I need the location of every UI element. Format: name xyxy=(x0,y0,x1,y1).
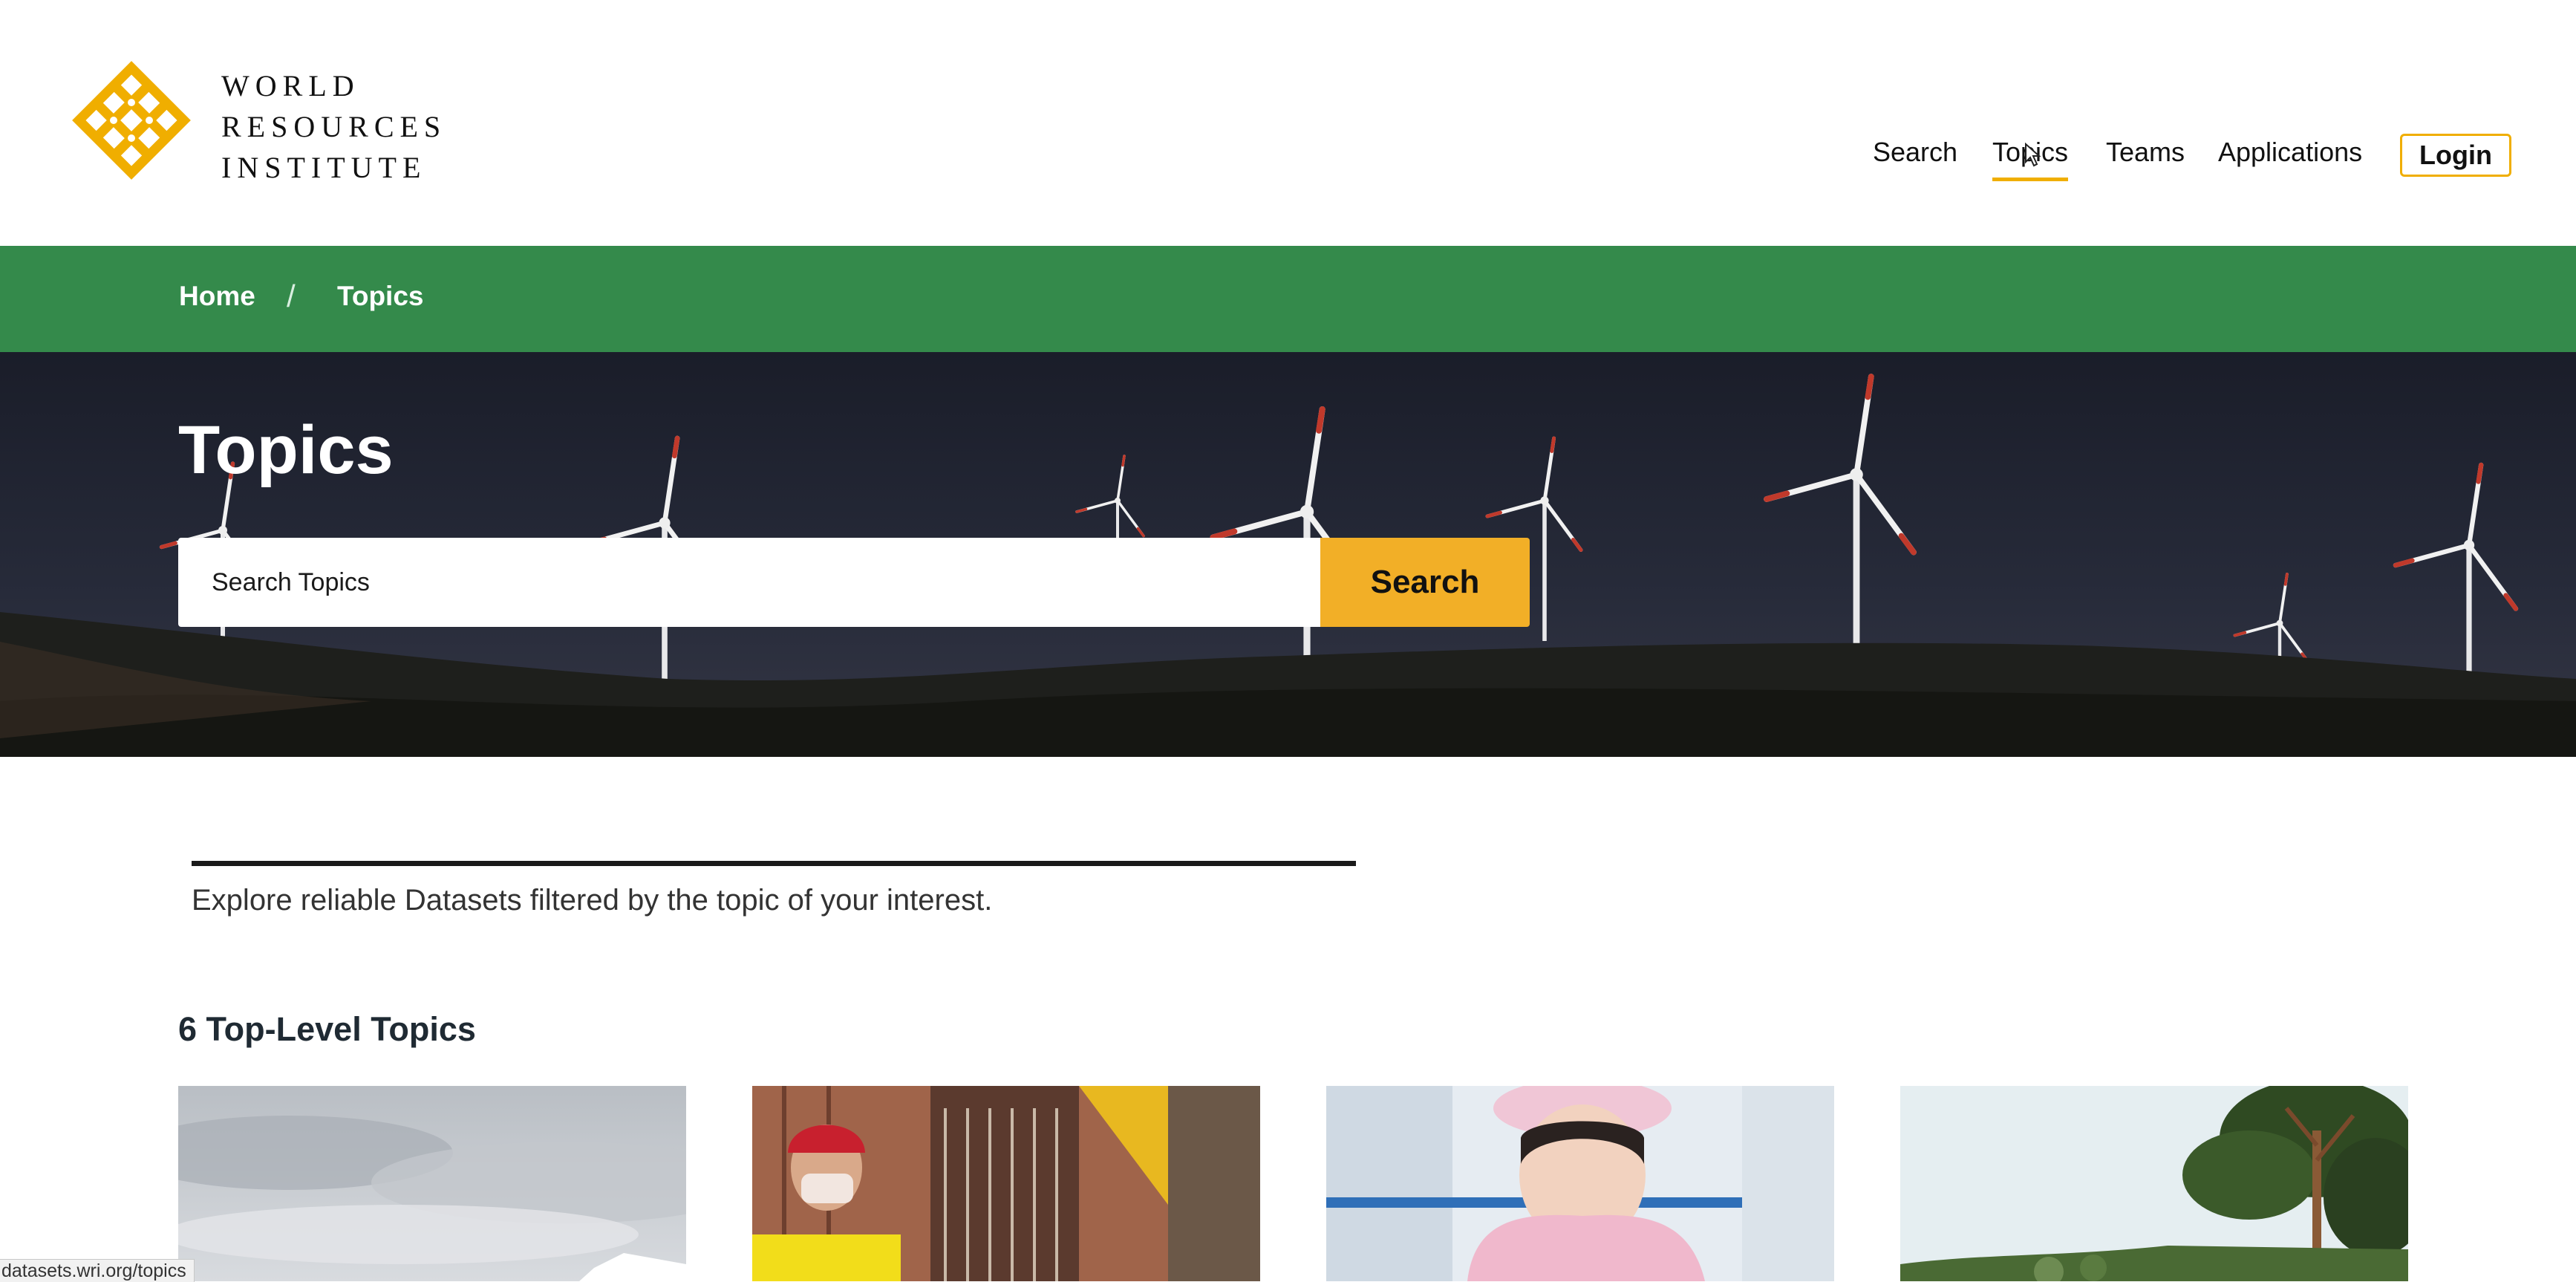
breadcrumb: Home / Topics xyxy=(0,246,2576,352)
site-header: WORLD RESOURCES INSTITUTE Search Topics … xyxy=(0,0,2576,246)
page-title: Topics xyxy=(178,412,394,488)
factory-worker-image xyxy=(1326,1086,1834,1281)
forest-trees-image xyxy=(1900,1086,2408,1281)
topic-search-form: Search xyxy=(178,538,1530,627)
topic-card-2[interactable] xyxy=(752,1086,1260,1281)
nav-applications[interactable]: Applications xyxy=(2218,137,2362,168)
nav-teams[interactable]: Teams xyxy=(2106,137,2185,168)
mouse-pointer-icon xyxy=(2025,143,2041,167)
cyclist-in-mask-image xyxy=(752,1086,1260,1281)
cloudy-sky-image xyxy=(178,1086,686,1281)
breadcrumb-home[interactable]: Home xyxy=(179,281,255,312)
intro-divider xyxy=(192,861,1356,866)
topic-card-1[interactable] xyxy=(178,1086,686,1281)
breadcrumb-separator: / xyxy=(287,279,296,313)
login-button[interactable]: Login xyxy=(2400,134,2511,177)
logo-line-1: WORLD xyxy=(221,69,360,103)
topics-count-heading: 6 Top-Level Topics xyxy=(178,1010,476,1048)
breadcrumb-current: Topics xyxy=(337,281,424,311)
nav-search[interactable]: Search xyxy=(1873,137,1957,168)
intro-description: Explore reliable Datasets filtered by th… xyxy=(192,884,993,917)
topic-card-4[interactable] xyxy=(1900,1086,2408,1281)
hero-banner: Topics Search xyxy=(0,352,2576,757)
status-bar-url: datasets.wri.org/topics xyxy=(0,1259,195,1282)
topic-search-input[interactable] xyxy=(178,538,1320,627)
topic-card-3[interactable] xyxy=(1326,1086,1834,1281)
main-nav: Search Topics Teams Applications Login xyxy=(0,131,2576,183)
search-button[interactable]: Search xyxy=(1320,538,1530,627)
